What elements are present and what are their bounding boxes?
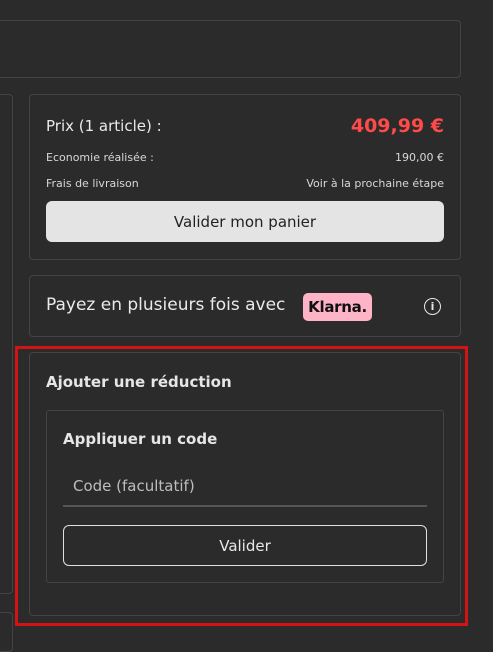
discount-title: Ajouter une réduction xyxy=(46,373,232,391)
cart-items-panel-edge xyxy=(0,94,13,594)
klarna-text: Payez en plusieurs fois avec xyxy=(46,295,286,315)
validate-cart-button[interactable]: Valider mon panier xyxy=(46,201,444,242)
previous-section-panel xyxy=(0,20,461,78)
savings-label: Economie réalisée : xyxy=(46,151,154,164)
klarna-logo: Klarna. xyxy=(303,293,372,321)
order-summary-card: Prix (1 article) : 409,99 € Economie réa… xyxy=(29,94,461,260)
savings-row: Economie réalisée : 190,00 € xyxy=(46,151,444,164)
promo-code-title: Appliquer un code xyxy=(63,430,218,448)
shipping-label: Frais de livraison xyxy=(46,177,139,190)
apply-code-button[interactable]: Valider xyxy=(63,525,427,566)
promo-code-input[interactable] xyxy=(63,467,427,507)
price-row: Prix (1 article) : 409,99 € xyxy=(46,115,444,137)
klarna-card: Payez en plusieurs fois avec Klarna. i xyxy=(29,275,461,337)
shipping-value: Voir à la prochaine étape xyxy=(306,177,444,190)
cart-items-panel-edge-lower xyxy=(0,612,13,652)
price-label: Prix (1 article) : xyxy=(46,117,162,135)
promo-code-box: Appliquer un code Valider xyxy=(46,410,444,583)
price-amount: 409,99 € xyxy=(350,115,444,137)
discount-card: Ajouter une réduction Appliquer un code … xyxy=(29,352,461,616)
savings-amount: 190,00 € xyxy=(395,151,444,164)
info-icon[interactable]: i xyxy=(424,298,441,315)
shipping-row: Frais de livraison Voir à la prochaine é… xyxy=(46,177,444,190)
